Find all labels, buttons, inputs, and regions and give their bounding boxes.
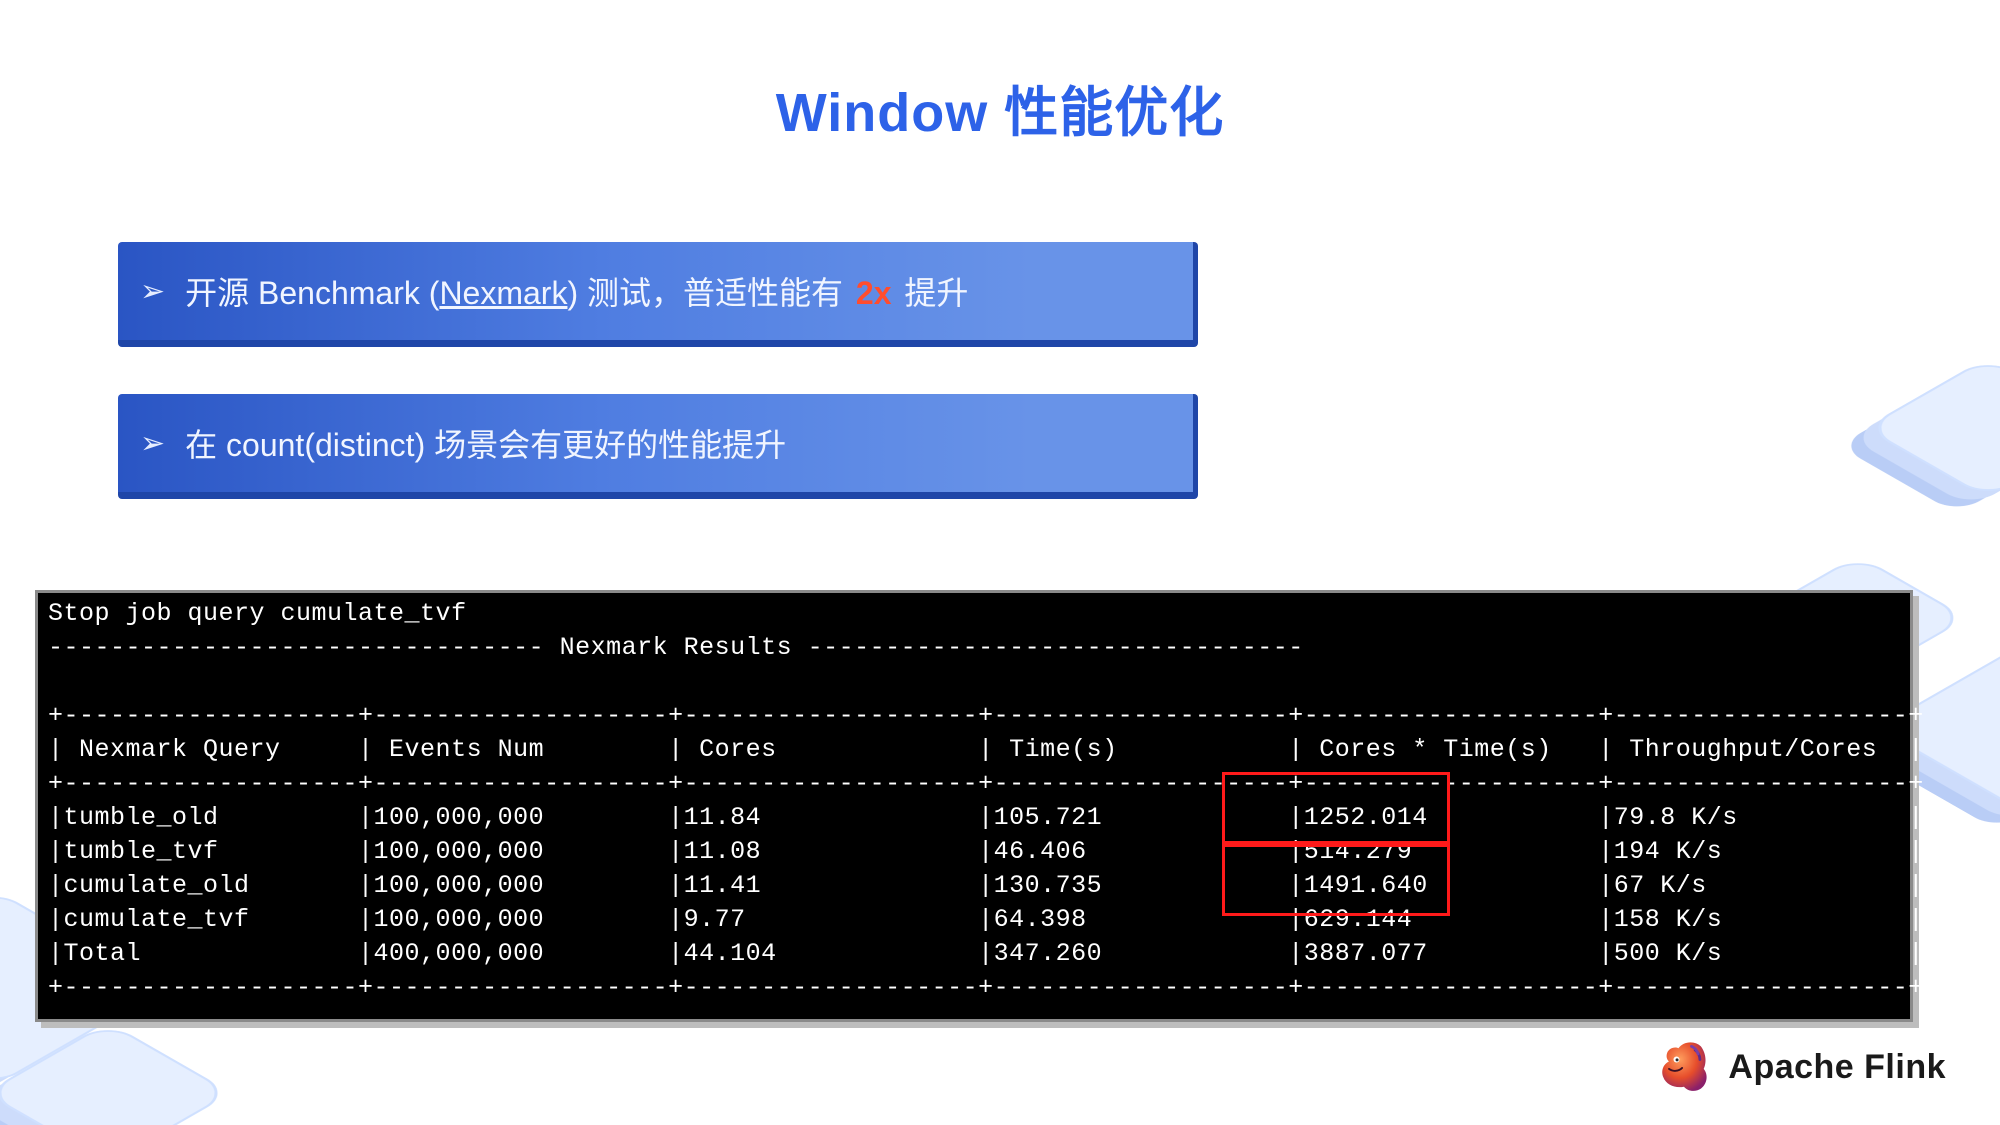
bullet-benchmark-text: 开源 Benchmark (Nexmark) 测试，普适性能有 2x 提升 [185, 268, 968, 314]
multiplier-2x: 2x [852, 275, 896, 311]
brand-text: Apache Flink [1728, 1048, 1946, 1087]
terminal-row: |cumulate_tvf |100,000,000 |9.77 |64.398… [48, 903, 1900, 937]
terminal-output: Stop job query cumulate_tvf ------------… [35, 590, 1913, 1022]
bullet-benchmark: ➢ 开源 Benchmark (Nexmark) 测试，普适性能有 2x 提升 [118, 242, 1198, 347]
slide-title: Window 性能优化 [0, 68, 2000, 147]
terminal-row: |tumble_old |100,000,000 |11.84 |105.721… [48, 801, 1900, 835]
flink-logo-icon [1654, 1037, 1714, 1097]
terminal-row: |tumble_tvf |100,000,000 |11.08 |46.406 … [48, 835, 1900, 869]
terminal-columns: | Nexmark Query | Events Num | Cores | T… [48, 733, 1900, 767]
nexmark-link[interactable]: Nexmark [439, 275, 567, 311]
bullet-count-distinct: ➢ 在 count(distinct) 场景会有更好的性能提升 [118, 394, 1198, 499]
terminal-row: |cumulate_old |100,000,000 |11.41 |130.7… [48, 869, 1900, 903]
footer-brand: Apache Flink [1654, 1037, 1946, 1097]
bullet-arrow-icon: ➢ [140, 274, 165, 309]
bullet-arrow-icon: ➢ [140, 426, 165, 461]
terminal-line-header: -------------------------------- Nexmark… [48, 631, 1900, 665]
terminal-divider: +-------------------+-------------------… [48, 767, 1900, 801]
terminal-row: |Total |400,000,000 |44.104 |347.260 |38… [48, 937, 1900, 971]
terminal-line-stop: Stop job query cumulate_tvf [48, 597, 1900, 631]
terminal-divider: +-------------------+-------------------… [48, 699, 1900, 733]
terminal-line-blank [48, 665, 1900, 699]
terminal-divider: +-------------------+-------------------… [48, 971, 1900, 1005]
bullet-count-distinct-text: 在 count(distinct) 场景会有更好的性能提升 [185, 420, 786, 466]
